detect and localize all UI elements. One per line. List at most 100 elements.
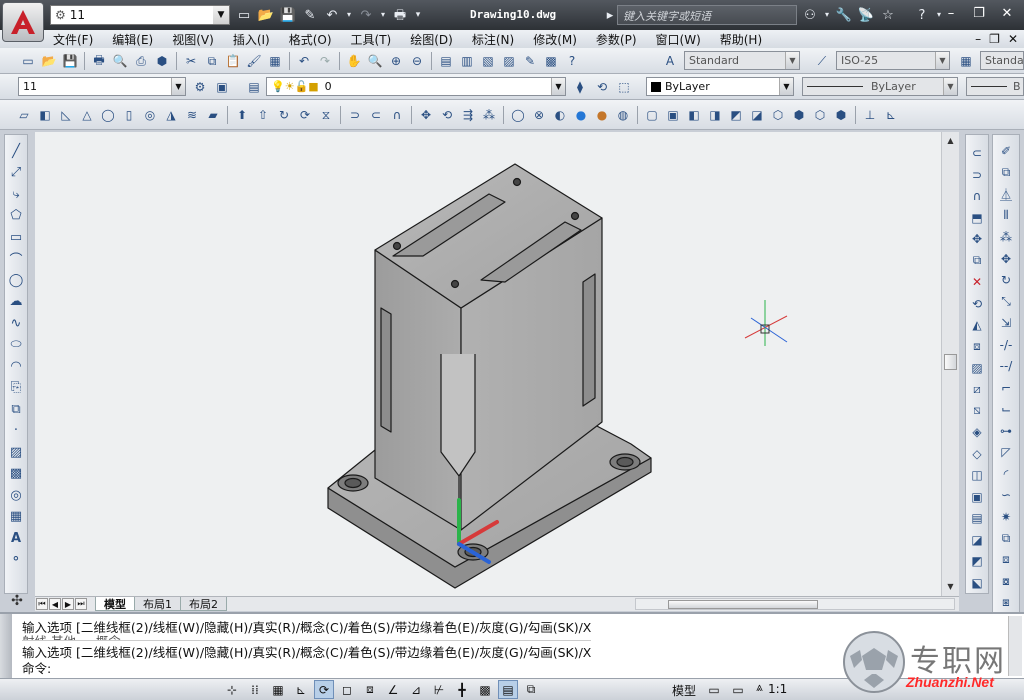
planar-surface-icon[interactable]: ▰ bbox=[203, 105, 223, 125]
ortho-mode-icon[interactable]: ⊾ bbox=[291, 680, 311, 699]
table-icon[interactable]: ▦ bbox=[6, 507, 26, 528]
3d-rotate-icon[interactable]: ⟲ bbox=[437, 105, 457, 125]
color-combo[interactable]: ByLayer ▼ bbox=[646, 77, 794, 96]
allow-ucs-icon[interactable]: ⊿ bbox=[406, 680, 426, 699]
menu-view[interactable]: 视图(V) bbox=[165, 31, 221, 48]
favorites-star-icon[interactable]: ☆ bbox=[878, 5, 898, 25]
3d-align-icon[interactable]: ⇶ bbox=[458, 105, 478, 125]
chevron-down-icon[interactable]: ▼ bbox=[935, 52, 949, 69]
open-icon[interactable]: 📂 bbox=[256, 5, 276, 25]
menu-format[interactable]: 格式(O) bbox=[282, 31, 339, 48]
slice-icon[interactable]: ◪ bbox=[967, 529, 987, 549]
command-prompt[interactable]: 命令: bbox=[22, 658, 51, 677]
interfere-icon[interactable]: ⬕ bbox=[967, 572, 987, 592]
last-tab-icon[interactable]: ⏭ bbox=[75, 598, 87, 610]
binoculars-icon[interactable]: ⚇ bbox=[800, 5, 820, 25]
quick-properties-icon[interactable]: ▤ bbox=[498, 680, 518, 699]
workspace-combo[interactable]: ⚙ 11 ▼ bbox=[50, 5, 230, 25]
command-window-grip[interactable] bbox=[0, 614, 12, 678]
blend-curves-icon[interactable]: ∽ bbox=[996, 485, 1016, 506]
copy-edges-icon[interactable]: ⧄ bbox=[967, 379, 987, 399]
extrude-icon[interactable]: ⬆ bbox=[232, 105, 252, 125]
vertical-scrollbar[interactable]: ▲ ▼ bbox=[941, 132, 959, 596]
draworder-above-icon[interactable]: ⧇ bbox=[996, 571, 1016, 592]
hscroll-thumb[interactable] bbox=[668, 600, 818, 609]
chevron-down-icon[interactable]: ▼ bbox=[551, 78, 565, 95]
menu-parametric[interactable]: 参数(P) bbox=[589, 31, 644, 48]
trim-icon[interactable]: -/- bbox=[996, 335, 1016, 356]
revision-cloud-icon[interactable]: ☁ bbox=[6, 292, 26, 313]
color-faces-icon[interactable]: ▨ bbox=[967, 358, 987, 378]
subscription-icon[interactable]: 🔧 bbox=[834, 5, 854, 25]
lineweight-combo[interactable]: B bbox=[966, 77, 1024, 96]
publish-icon[interactable]: ⎙ bbox=[131, 51, 151, 71]
view-left-icon[interactable]: ◧ bbox=[684, 105, 704, 125]
circle-icon[interactable]: ◯ bbox=[6, 270, 26, 291]
cone-icon[interactable]: △ bbox=[77, 105, 97, 125]
plot-icon[interactable]: 🖶 bbox=[390, 5, 410, 25]
visual-styles-manager-icon[interactable]: ◍ bbox=[613, 105, 633, 125]
minimize-button[interactable]: – bbox=[938, 4, 964, 22]
rotate-faces-icon[interactable]: ⟲ bbox=[967, 293, 987, 313]
move-icon[interactable]: ✥ bbox=[996, 249, 1016, 270]
arc-icon[interactable]: ⌒ bbox=[6, 249, 26, 270]
workspace-settings-icon[interactable]: ⚙ bbox=[190, 77, 210, 97]
chevron-down-icon[interactable]: ▼ bbox=[785, 52, 799, 69]
explode-icon[interactable]: ✷ bbox=[996, 507, 1016, 528]
taper-faces-icon[interactable]: ◭ bbox=[967, 315, 987, 335]
rectangle-icon[interactable]: ▭ bbox=[6, 227, 26, 248]
clean-icon[interactable]: ◇ bbox=[967, 444, 987, 464]
horizontal-scrollbar[interactable] bbox=[635, 598, 955, 610]
delete-faces-icon[interactable]: ✕ bbox=[967, 272, 987, 292]
separate-icon[interactable]: ◫ bbox=[967, 465, 987, 485]
prev-tab-icon[interactable]: ◀ bbox=[49, 598, 61, 610]
text-style-combo[interactable]: Standard ▼ bbox=[684, 51, 800, 70]
help-icon[interactable]: ? bbox=[562, 51, 582, 71]
zoom-previous-icon[interactable]: ⊖ bbox=[407, 51, 427, 71]
polar-tracking-icon[interactable]: ⟳ bbox=[314, 680, 334, 699]
zoom-realtime-icon[interactable]: 🔍 bbox=[365, 51, 385, 71]
array-icon[interactable]: ⁂ bbox=[996, 227, 1016, 248]
loft-icon[interactable]: ⧖ bbox=[316, 105, 336, 125]
linetype-combo[interactable]: ByLayer ▼ bbox=[802, 77, 958, 96]
view-nw-iso-icon[interactable]: ⬢ bbox=[831, 105, 851, 125]
next-tab-icon[interactable]: ▶ bbox=[62, 598, 74, 610]
presspull-icon[interactable]: ⇧ bbox=[253, 105, 273, 125]
chevron-down-icon[interactable]: ▼ bbox=[171, 78, 185, 95]
save-as-icon[interactable]: ✎ bbox=[300, 5, 320, 25]
menu-draw[interactable]: 绘图(D) bbox=[403, 31, 460, 48]
quick-view-layouts-icon[interactable]: ▭ bbox=[704, 680, 724, 699]
new-icon[interactable]: ▭ bbox=[234, 5, 254, 25]
object-snap-icon[interactable]: ◻ bbox=[337, 680, 357, 699]
3d-print-icon[interactable]: ⬢ bbox=[152, 51, 172, 71]
view-front-icon[interactable]: ◩ bbox=[726, 105, 746, 125]
torus-icon[interactable]: ◎ bbox=[140, 105, 160, 125]
union-icon[interactable]: ⊃ bbox=[345, 105, 365, 125]
menu-tools[interactable]: 工具(T) bbox=[344, 31, 399, 48]
draworder-back-icon[interactable]: ⧈ bbox=[996, 550, 1016, 571]
construction-line-icon[interactable]: ⤢ bbox=[6, 163, 26, 184]
menu-help[interactable]: 帮助(H) bbox=[713, 31, 769, 48]
multiline-text-icon[interactable]: A bbox=[6, 528, 26, 549]
extrude-faces-icon[interactable]: ⬒ bbox=[967, 207, 987, 227]
menu-insert[interactable]: 插入(I) bbox=[226, 31, 277, 48]
pyramid-icon[interactable]: ◮ bbox=[161, 105, 181, 125]
polyline-icon[interactable]: ⤷ bbox=[6, 184, 26, 205]
save-icon[interactable]: 💾 bbox=[60, 51, 80, 71]
insert-block-icon[interactable]: ⎘ bbox=[6, 378, 26, 399]
help-icon[interactable]: ? bbox=[912, 5, 932, 25]
selection-cycling-icon[interactable]: ⧉ bbox=[521, 680, 541, 699]
3d-object-snap-icon[interactable]: ⧈ bbox=[360, 680, 380, 699]
menu-dimension[interactable]: 标注(N) bbox=[465, 31, 521, 48]
text-style-icon[interactable]: A bbox=[660, 51, 680, 71]
subtract-icon[interactable]: ⊃ bbox=[967, 164, 987, 184]
visual-style-hidden-icon[interactable]: ◐ bbox=[550, 105, 570, 125]
view-back-icon[interactable]: ◪ bbox=[747, 105, 767, 125]
menu-edit[interactable]: 编辑(E) bbox=[105, 31, 160, 48]
workspace-toggle-icon[interactable]: ▣ bbox=[212, 77, 232, 97]
section-icon[interactable]: ◩ bbox=[967, 551, 987, 571]
menu-window[interactable]: 窗口(W) bbox=[649, 31, 708, 48]
box-icon[interactable]: ◧ bbox=[35, 105, 55, 125]
tab-layout1[interactable]: 布局1 bbox=[134, 597, 181, 611]
chevron-down-icon[interactable]: ▼ bbox=[779, 78, 793, 95]
